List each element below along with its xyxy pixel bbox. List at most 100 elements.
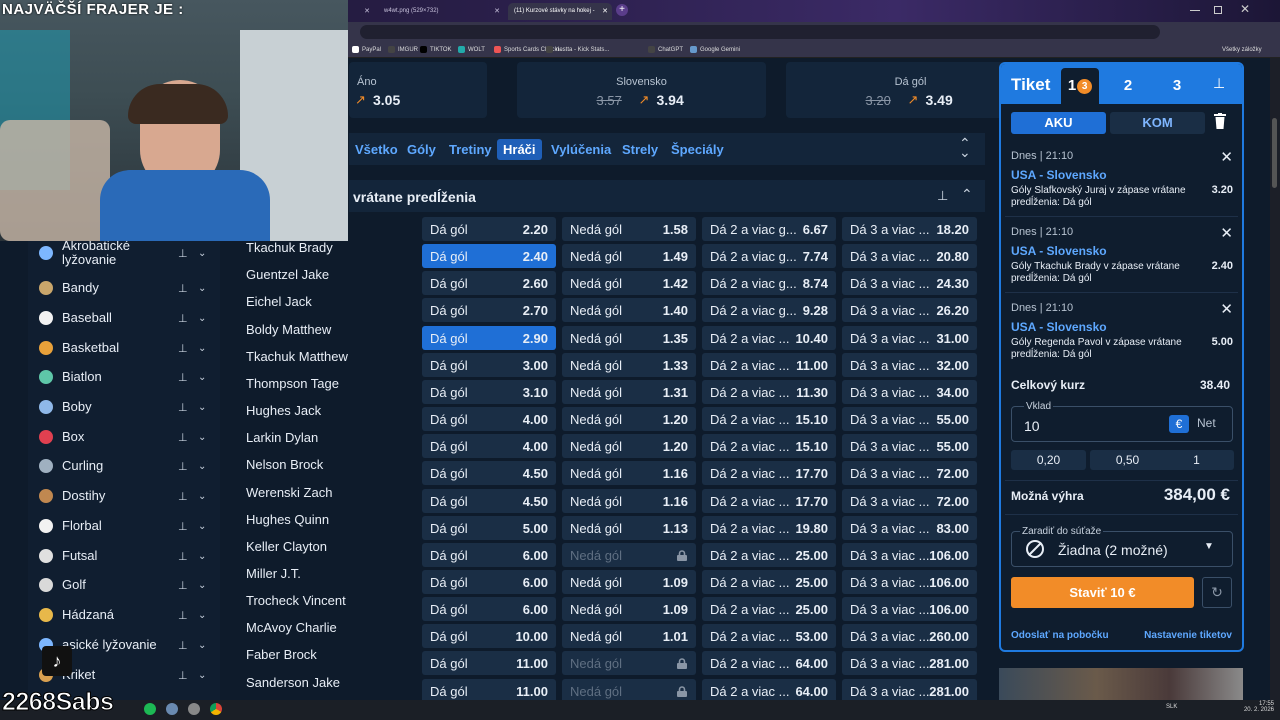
odds-cell[interactable]: Dá gól 2.90 <box>422 325 556 350</box>
odds-cell[interactable]: Dá 3 a viac ... 83.00 <box>842 515 977 540</box>
bookmark[interactable]: Google Gemini <box>690 44 740 56</box>
chevron-down-icon[interactable]: ⌄ <box>198 313 206 324</box>
refresh-button[interactable]: ↻ <box>1202 577 1232 608</box>
pin-icon[interactable]: ⊥ <box>178 342 188 355</box>
filter-tab[interactable]: Strely <box>616 139 664 160</box>
odds-cell[interactable]: Dá 2 a viac g... 6.67 <box>702 217 836 241</box>
sport-item[interactable]: Hádzaná ⊥ ⌄ <box>28 600 220 630</box>
trash-icon[interactable] <box>1214 113 1226 129</box>
odds-cell[interactable]: Dá 3 a viac ... 106.00 <box>842 542 977 567</box>
ad-banner-image[interactable] <box>999 668 1243 700</box>
bet-match[interactable]: USA - Slovensko <box>1011 320 1233 334</box>
sport-item[interactable]: Baseball ⊥ ⌄ <box>28 303 220 333</box>
odds-cell[interactable]: Dá 2 a viac ... 25.00 <box>702 597 836 622</box>
chevron-down-icon[interactable]: ⌄ <box>198 551 206 562</box>
chevron-down-icon[interactable]: ⌄ <box>198 521 206 532</box>
filter-tab[interactable]: Všetko <box>349 139 404 160</box>
bookmark[interactable]: IMGUR <box>388 44 418 56</box>
pin-icon[interactable]: ⊥ <box>178 579 188 592</box>
new-tab-button[interactable]: + <box>616 4 628 16</box>
chevron-down-icon[interactable]: ⌄ <box>198 670 206 681</box>
remove-bet-icon[interactable]: ✕ <box>1220 224 1233 242</box>
contest-select[interactable]: Zaradiť do súťaže Žiadna (2 možné) ▼ <box>1011 526 1233 567</box>
chrome-icon[interactable] <box>210 703 222 715</box>
odds-cell[interactable]: Dá 2 a viac ... 64.00 <box>702 651 836 676</box>
pin-icon[interactable]: ⊥ <box>178 401 188 414</box>
quick-stake-050[interactable]: 0,50 <box>1090 450 1165 470</box>
odds-cell[interactable]: Nedá gól 1.42 <box>562 271 696 296</box>
odds-cell[interactable]: Dá 2 a viac ... 10.40 <box>702 325 836 350</box>
chevron-down-icon[interactable]: ⌄ <box>198 283 206 294</box>
top-odds-button[interactable]: Slovensko 3.57 ↗ 3.94 <box>517 62 766 118</box>
send-to-branch-link[interactable]: Odoslať na pobočku <box>1011 630 1109 641</box>
odds-cell[interactable]: Nedá gól 1.31 <box>562 379 696 404</box>
pin-ticket-icon[interactable]: ⊥ <box>1213 75 1225 92</box>
pin-icon[interactable]: ⊥ <box>178 550 188 563</box>
odds-cell[interactable]: Dá 2 a viac ... 53.00 <box>702 624 836 649</box>
chevron-down-icon[interactable]: ⌄ <box>198 343 206 354</box>
odds-cell[interactable]: Dá gól 2.60 <box>422 271 556 296</box>
all-bookmarks[interactable]: Všetky záložky <box>1222 44 1262 56</box>
odds-cell[interactable]: Dá gól 6.00 <box>422 542 556 567</box>
spotify-icon[interactable] <box>144 703 156 715</box>
odds-cell[interactable]: Dá gól 2.40 <box>422 244 556 269</box>
odds-cell[interactable]: Nedá gól 1.16 <box>562 461 696 486</box>
quick-stake-1[interactable]: 1 <box>1159 450 1234 470</box>
odds-cell[interactable]: Dá gól 2.20 <box>422 217 556 241</box>
clock[interactable]: 17:55 20. 2. 2026 <box>1242 701 1274 713</box>
steam-icon[interactable] <box>166 703 178 715</box>
odds-cell[interactable]: Dá 3 a viac ... 24.30 <box>842 271 977 296</box>
pin-icon[interactable]: ⊥ <box>178 669 188 682</box>
pin-icon[interactable]: ⊥ <box>178 490 188 503</box>
filter-tab[interactable]: Góly <box>401 139 442 160</box>
odds-cell[interactable]: Dá gól 6.00 <box>422 569 556 594</box>
minimize-button[interactable] <box>1190 10 1200 11</box>
odds-cell[interactable]: Dá 3 a viac ... 18.20 <box>842 217 977 241</box>
odds-cell[interactable]: Dá 2 a viac ... 15.10 <box>702 407 836 432</box>
ticket-settings-link[interactable]: Nastavenie tiketov <box>1144 630 1232 641</box>
pin-icon[interactable]: ⊥ <box>178 520 188 533</box>
odds-cell[interactable]: Dá 2 a viac g... 9.28 <box>702 298 836 323</box>
pin-icon[interactable]: ⊥ <box>937 188 948 204</box>
bookmark[interactable]: WOLT <box>458 44 485 56</box>
odds-cell[interactable]: Dá gól 6.00 <box>422 597 556 622</box>
bookmark[interactable]: TIKTOK <box>420 44 452 56</box>
odds-cell[interactable]: Dá gól 4.50 <box>422 488 556 513</box>
odds-cell[interactable]: Nedá gól 1.40 <box>562 298 696 323</box>
chevron-down-icon[interactable]: ⌄ <box>198 372 206 383</box>
sport-item[interactable]: Florbal ⊥ ⌄ <box>28 511 220 541</box>
chevron-down-icon[interactable]: ⌄ <box>198 491 206 502</box>
odds-cell[interactable]: Dá 2 a viac ... 11.00 <box>702 352 836 377</box>
chevron-down-icon[interactable]: ⌄ <box>198 580 206 591</box>
pin-icon[interactable]: ⊥ <box>178 609 188 622</box>
filter-tab[interactable]: Špeciály <box>665 139 730 160</box>
odds-cell[interactable]: Dá gól 4.00 <box>422 434 556 459</box>
settings-icon[interactable] <box>188 703 200 715</box>
odds-cell[interactable]: Dá 3 a viac ... 72.00 <box>842 488 977 513</box>
chevron-down-icon[interactable]: ⌄ <box>198 640 206 651</box>
stake-field[interactable]: Vklad 10 € Net <box>1011 401 1233 442</box>
market-section-header[interactable]: vrátane predĺženia ⊥ ⌃ <box>349 180 985 212</box>
window-close-button[interactable]: ✕ <box>1240 2 1250 16</box>
chevron-down-icon[interactable]: ⌄ <box>198 432 206 443</box>
odds-cell[interactable]: Dá 2 a viac ... 11.30 <box>702 379 836 404</box>
bet-match[interactable]: USA - Slovensko <box>1011 244 1233 258</box>
stake-input[interactable]: 10 <box>1024 418 1040 434</box>
odds-cell[interactable]: Nedá gól 1.01 <box>562 624 696 649</box>
currency-toggle[interactable]: € <box>1169 415 1189 433</box>
odds-cell[interactable]: Dá 3 a viac ... 55.00 <box>842 407 977 432</box>
filter-tab[interactable]: Vylúčenia <box>545 139 617 160</box>
odds-cell[interactable]: Nedá gól 1.58 <box>562 217 696 241</box>
sport-item[interactable]: Curling ⊥ ⌄ <box>28 451 220 481</box>
pin-icon[interactable]: ⊥ <box>178 247 188 260</box>
odds-cell[interactable]: Nedá gól 1.09 <box>562 597 696 622</box>
sport-item[interactable]: Box ⊥ ⌄ <box>28 422 220 452</box>
odds-cell[interactable]: Dá gól 4.00 <box>422 407 556 432</box>
odds-cell[interactable]: Dá 3 a viac ... 31.00 <box>842 325 977 350</box>
odds-cell[interactable]: Dá 3 a viac ... 34.00 <box>842 379 977 404</box>
pin-icon[interactable]: ⊥ <box>178 282 188 295</box>
maximize-button[interactable] <box>1214 6 1222 14</box>
odds-cell[interactable]: Dá 3 a viac ... 106.00 <box>842 597 977 622</box>
ticket-tab-2[interactable]: 2 <box>1109 68 1147 104</box>
odds-cell[interactable]: Dá 3 a viac ... 281.00 <box>842 678 977 703</box>
